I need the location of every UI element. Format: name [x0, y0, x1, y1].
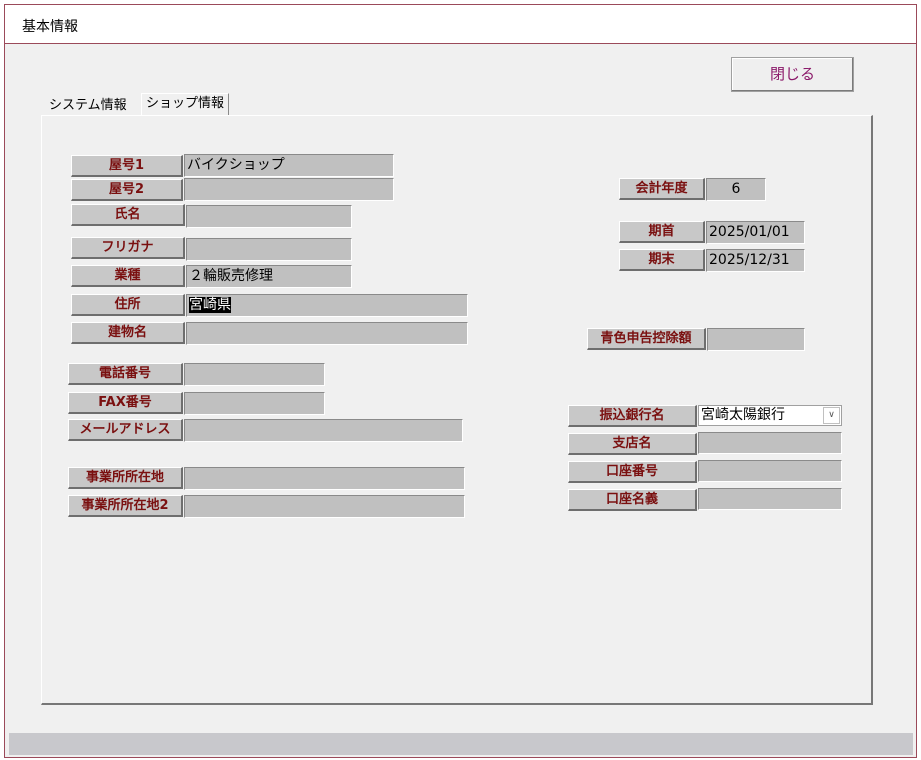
furigana-label: フリガナ [71, 237, 185, 259]
account-name-field[interactable] [698, 488, 842, 510]
fiscal-year-label: 会計年度 [619, 178, 705, 200]
main-window: 基本情報 閉じる システム情報 ショップ情報 屋号1 バイクショップ 屋号2 氏… [4, 4, 917, 758]
account-number-label: 口座番号 [568, 461, 697, 483]
title-bar: 基本情報 [5, 5, 916, 44]
yago1-field[interactable]: バイクショップ [184, 154, 394, 177]
chevron-down-icon[interactable]: ∨ [823, 407, 840, 424]
fiscal-year-field[interactable]: 6 [706, 178, 766, 201]
yago2-label: 屋号2 [71, 179, 183, 201]
email-field[interactable] [184, 419, 463, 442]
period-end-field[interactable]: 2025/12/31 [706, 249, 805, 272]
jusho-label: 住所 [71, 294, 185, 316]
branch-field[interactable] [698, 432, 842, 454]
branch-label: 支店名 [568, 433, 697, 455]
jusho-field[interactable]: 宮崎県 [186, 294, 468, 317]
status-bar [9, 733, 913, 755]
jigyosho2-label: 事業所所在地2 [68, 495, 183, 517]
bank-name-label: 振込銀行名 [568, 405, 697, 427]
tel-field[interactable] [184, 363, 325, 386]
close-button[interactable]: 閉じる [731, 57, 854, 92]
fax-field[interactable] [184, 392, 325, 415]
shop-info-panel: 屋号1 バイクショップ 屋号2 氏名 フリガナ 業種 ２輪販売修理 住所 宮崎県… [41, 115, 873, 705]
bank-name-value: 宮崎太陽銀行 [701, 407, 785, 423]
shimei-label: 氏名 [71, 204, 185, 226]
jigyosho1-label: 事業所所在地 [68, 467, 183, 489]
fax-label: FAX番号 [68, 392, 183, 414]
tatemono-label: 建物名 [71, 322, 185, 344]
jigyosho1-field[interactable] [184, 467, 465, 490]
shimei-field[interactable] [186, 205, 352, 228]
period-start-label: 期首 [619, 221, 705, 243]
email-label: メールアドレス [68, 419, 183, 441]
jigyosho2-field[interactable] [184, 495, 465, 518]
account-name-label: 口座名義 [568, 489, 697, 511]
tatemono-field[interactable] [186, 322, 468, 345]
window-title: 基本情報 [22, 19, 78, 35]
period-end-label: 期末 [619, 249, 705, 271]
yago1-label: 屋号1 [71, 155, 183, 177]
furigana-field[interactable] [186, 238, 352, 261]
gyoshu-label: 業種 [71, 265, 185, 287]
jusho-selected-text: 宮崎県 [189, 297, 231, 313]
tel-label: 電話番号 [68, 363, 183, 385]
blue-deduction-field[interactable] [707, 328, 805, 351]
yago2-field[interactable] [184, 178, 394, 201]
gyoshu-field[interactable]: ２輪販売修理 [186, 265, 352, 288]
period-start-field[interactable]: 2025/01/01 [706, 221, 805, 244]
account-number-field[interactable] [698, 460, 842, 482]
blue-deduction-label: 青色申告控除額 [587, 328, 706, 350]
bank-name-dropdown[interactable]: 宮崎太陽銀行 ∨ [698, 405, 842, 426]
